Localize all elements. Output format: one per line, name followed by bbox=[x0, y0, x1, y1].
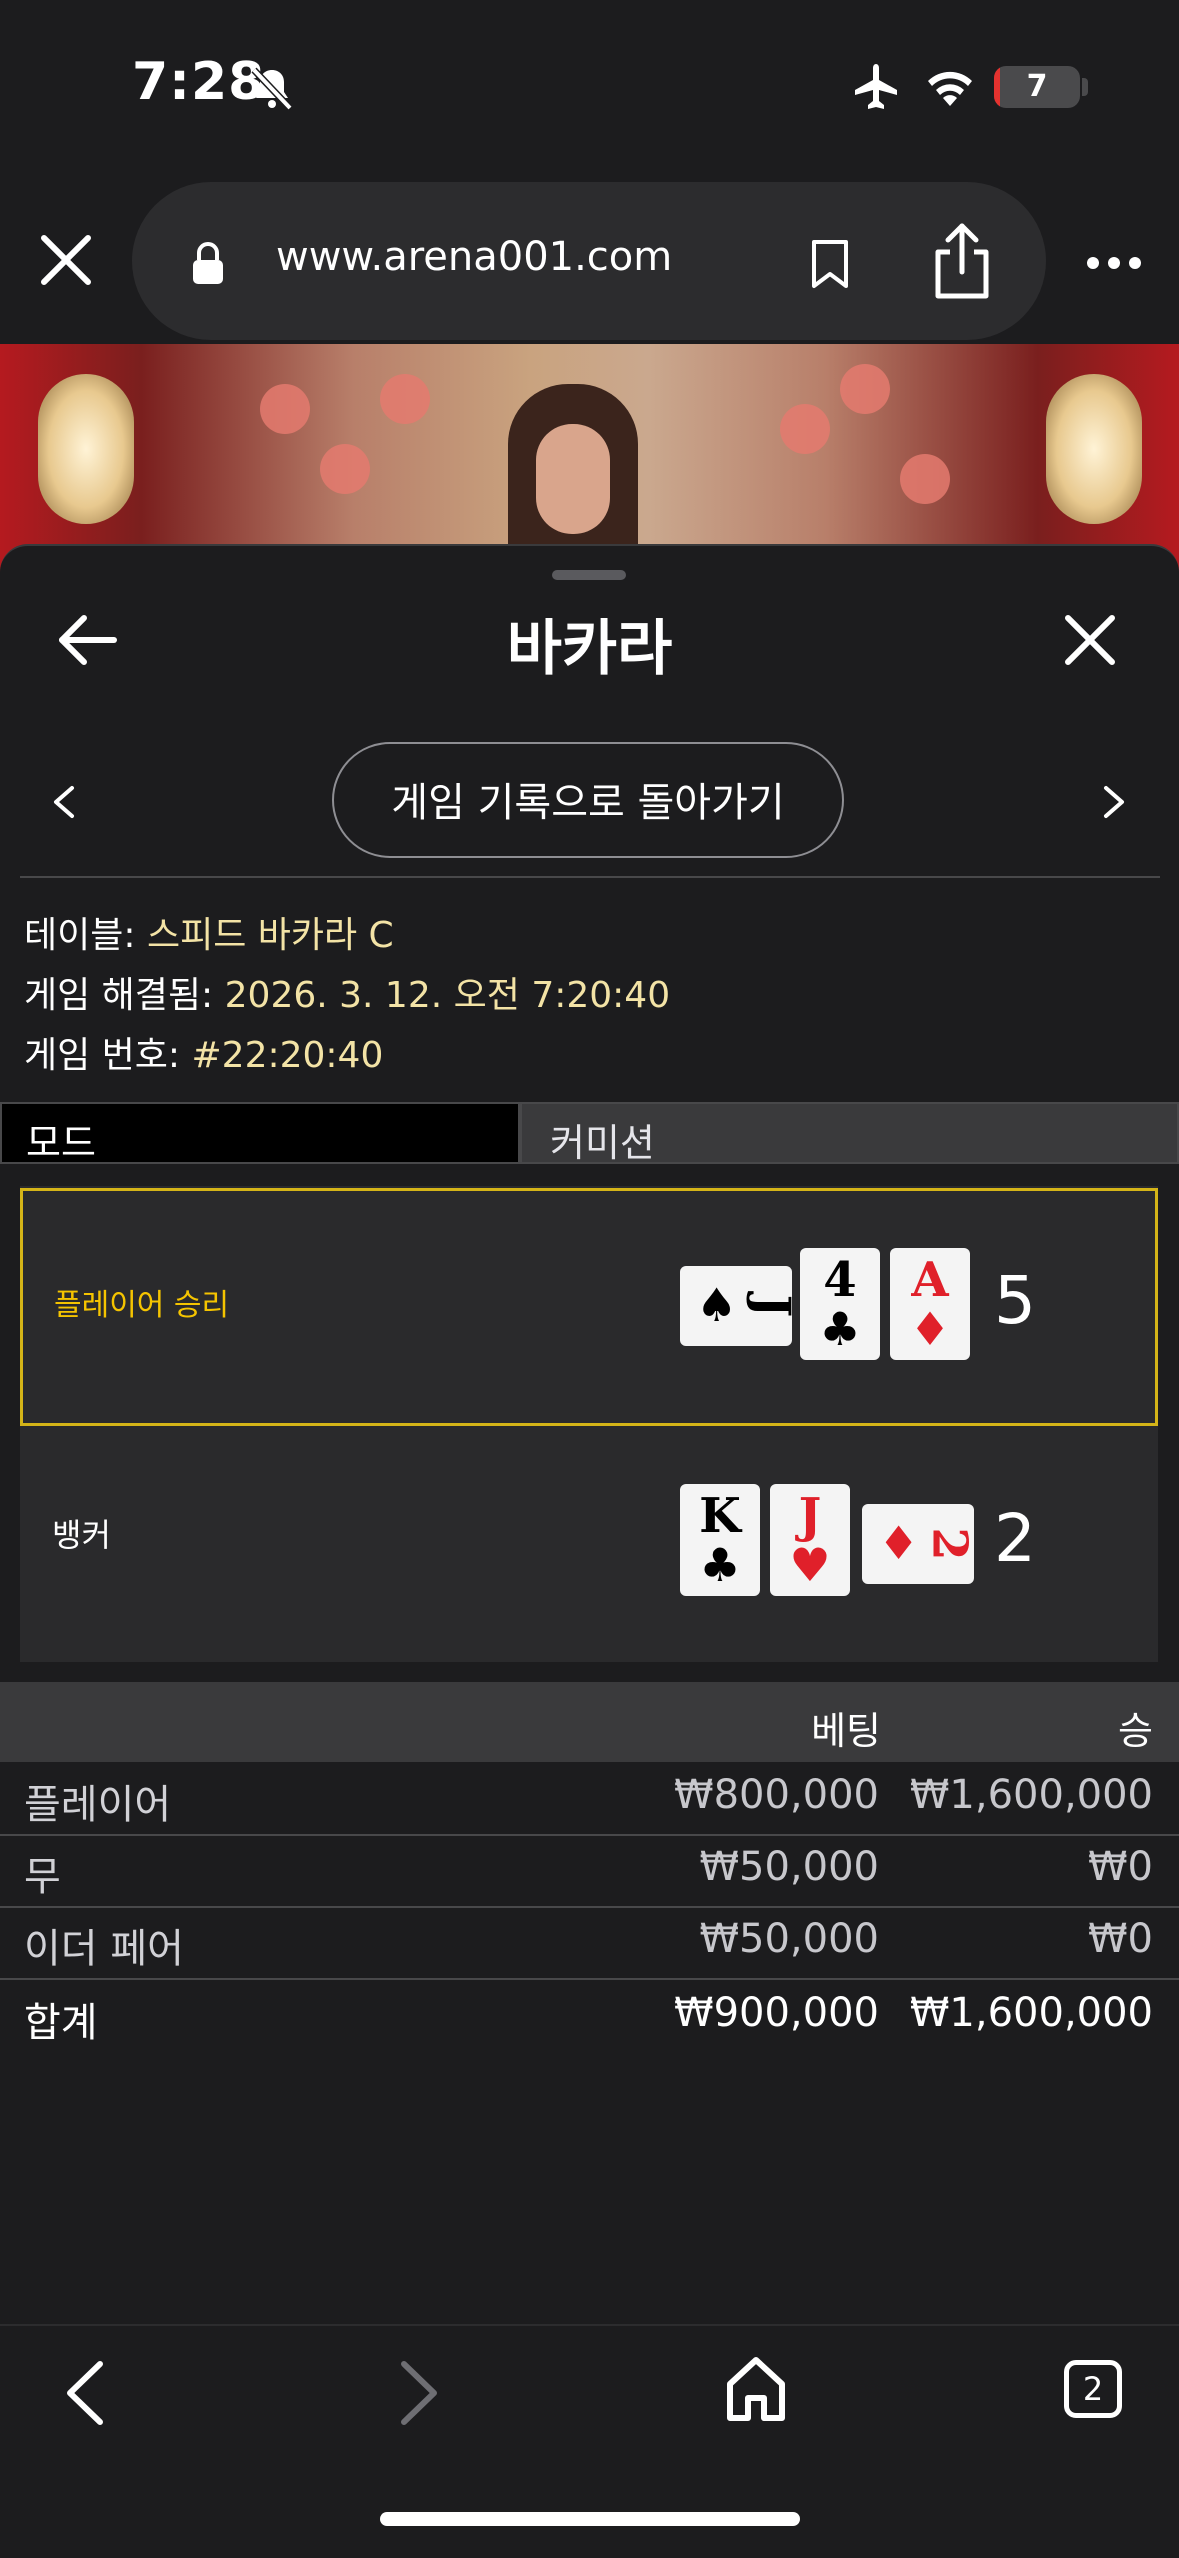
table-info: 테이블: 스피드 바카라 C bbox=[24, 906, 394, 958]
banker-card-1: K ♣ bbox=[680, 1484, 760, 1596]
bet-row: 이더 페어 ₩50,000 ₩0 bbox=[0, 1910, 1179, 1980]
bet-amount: ₩800,000 bbox=[674, 1772, 879, 1818]
win-amount: ₩1,600,000 bbox=[909, 1772, 1153, 1818]
card-rank: J bbox=[744, 1294, 801, 1318]
battery-percent: 7 bbox=[1026, 69, 1048, 104]
card-rank: 4 bbox=[823, 1252, 857, 1308]
tab-commission[interactable]: 커미션 bbox=[520, 1102, 1179, 1165]
table-value: 스피드 바카라 C bbox=[146, 915, 394, 956]
previous-game-icon[interactable] bbox=[50, 784, 78, 820]
bet-name: 무 bbox=[24, 1854, 61, 1900]
table-label: 테이블: bbox=[24, 915, 136, 956]
bet-row: 무 ₩50,000 ₩0 bbox=[0, 1838, 1179, 1908]
tab-mode-label: 모드 bbox=[26, 1121, 96, 1165]
sheet-grabber[interactable] bbox=[552, 570, 626, 580]
card-suit: ♣ bbox=[699, 1538, 741, 1592]
total-row: 합계 ₩900,000 ₩1,600,000 bbox=[0, 1984, 1179, 2054]
tab-mode[interactable]: 모드 bbox=[0, 1102, 520, 1165]
tabs-button[interactable]: 2 bbox=[1064, 2360, 1122, 2418]
bet-amount: ₩50,000 bbox=[699, 1916, 879, 1962]
player-score: 5 bbox=[994, 1262, 1036, 1339]
player-card-2: 4 ♣ bbox=[800, 1248, 880, 1360]
win-amount: ₩0 bbox=[1088, 1844, 1153, 1890]
game-number-value: #22:20:40 bbox=[191, 1035, 384, 1076]
card-rank: J bbox=[798, 1488, 822, 1544]
game-number-label: 게임 번호: bbox=[24, 1035, 181, 1076]
back-to-history-button[interactable]: 게임 기록으로 돌아가기 bbox=[332, 742, 844, 858]
bet-amount: ₩50,000 bbox=[699, 1844, 879, 1890]
airplane-icon bbox=[855, 64, 897, 109]
win-column-header: 승 bbox=[1118, 1709, 1153, 1753]
card-suit: ♥ bbox=[789, 1538, 831, 1592]
tab-commission-label: 커미션 bbox=[550, 1121, 655, 1165]
card-suit: ♣ bbox=[819, 1302, 861, 1356]
card-suit: ♦ bbox=[909, 1302, 951, 1356]
browser-forward-icon[interactable] bbox=[398, 2358, 442, 2428]
bet-name: 이더 페어 bbox=[24, 1926, 184, 1972]
lantern bbox=[1046, 374, 1142, 524]
player-card-3: A ♦ bbox=[890, 1248, 970, 1360]
browser-back-icon[interactable] bbox=[62, 2358, 106, 2428]
game-number-info: 게임 번호: #22:20:40 bbox=[24, 1026, 383, 1078]
card-rank: K bbox=[699, 1488, 741, 1544]
banker-score: 2 bbox=[994, 1500, 1036, 1577]
silent-bell-icon bbox=[251, 67, 293, 111]
battery-indicator: 7 bbox=[994, 66, 1080, 108]
banker-card-3: 2 ♦ bbox=[862, 1504, 978, 1584]
total-win: ₩1,600,000 bbox=[909, 1990, 1153, 2036]
lock-icon bbox=[193, 242, 223, 284]
lantern bbox=[38, 374, 134, 524]
battery-tip bbox=[1082, 78, 1088, 96]
wifi-icon bbox=[928, 71, 972, 106]
player-card-1: J ♠ bbox=[680, 1266, 801, 1346]
url-text[interactable]: www.arena001.com bbox=[276, 234, 672, 280]
total-bet: ₩900,000 bbox=[674, 1990, 879, 2036]
live-video-stream bbox=[0, 344, 1179, 574]
home-indicator[interactable] bbox=[380, 2512, 800, 2526]
total-label: 합계 bbox=[24, 2000, 98, 2046]
close-icon[interactable] bbox=[1064, 614, 1116, 666]
bet-column-header: 베팅 bbox=[811, 1709, 881, 1753]
banker-label: 뱅커 bbox=[52, 1516, 111, 1554]
bet-name: 플레이어 bbox=[24, 1782, 172, 1828]
win-amount: ₩0 bbox=[1088, 1916, 1153, 1962]
card-suit: ♠ bbox=[696, 1278, 738, 1332]
share-icon[interactable] bbox=[930, 222, 994, 300]
resolved-value: 2026. 3. 12. 오전 7:20:40 bbox=[224, 975, 671, 1016]
card-rank: A bbox=[911, 1252, 949, 1308]
bets-header bbox=[0, 1682, 1179, 1762]
home-icon[interactable] bbox=[724, 2354, 788, 2424]
card-rank: 2 bbox=[921, 1527, 978, 1561]
bet-row: 플레이어 ₩800,000 ₩1,600,000 bbox=[0, 1766, 1179, 1836]
card-suit: ♦ bbox=[878, 1516, 920, 1570]
more-options-icon[interactable] bbox=[1086, 256, 1142, 270]
resolved-label: 게임 해결됨: bbox=[24, 975, 214, 1016]
resolved-info: 게임 해결됨: 2026. 3. 12. 오전 7:20:40 bbox=[24, 966, 670, 1018]
banker-card-2: J ♥ bbox=[770, 1484, 850, 1596]
close-tab-icon[interactable] bbox=[38, 232, 94, 288]
sheet-title: 바카라 bbox=[506, 614, 673, 684]
bookmark-icon[interactable] bbox=[808, 238, 852, 290]
status-time: 7:28 bbox=[132, 52, 266, 112]
next-game-icon[interactable] bbox=[1100, 784, 1128, 820]
divider bbox=[20, 876, 1160, 878]
player-result-label: 플레이어 승리 bbox=[54, 1288, 230, 1323]
